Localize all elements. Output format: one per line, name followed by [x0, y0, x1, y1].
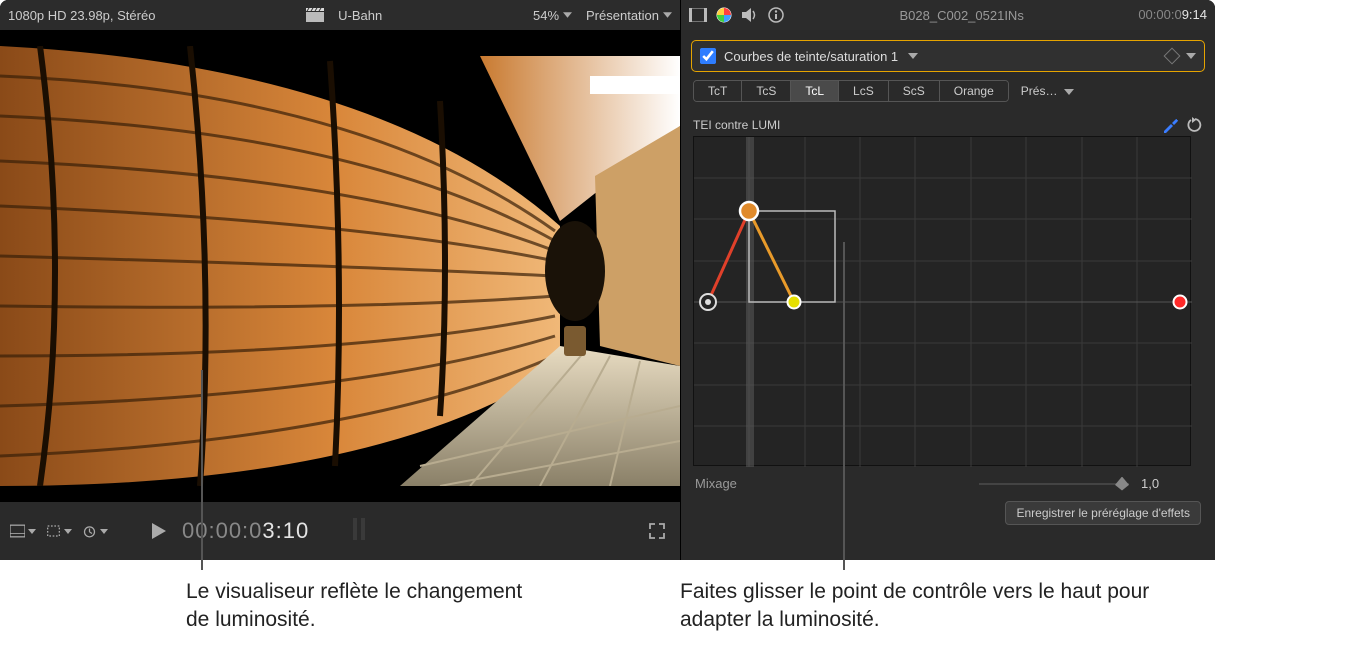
tab-scs[interactable]: ScS: [889, 81, 940, 101]
viewer-footer: 00:00:03:10: [0, 502, 680, 560]
curve-tabs: TcT TcS TcL LcS ScS Orange Prés…: [681, 80, 1215, 110]
inspector-pane: B028_C002_0521INs 00:00:09:14 Courbes de…: [680, 0, 1215, 560]
viewer-image: [0, 46, 680, 486]
inspector-top: B028_C002_0521INs 00:00:09:14: [681, 0, 1215, 30]
clapperboard-icon: [306, 6, 324, 24]
tab-orange[interactable]: Orange: [940, 81, 1008, 101]
graph-section: TEI contre LUMI: [681, 110, 1215, 466]
preset-dropdown[interactable]: Prés…: [1021, 84, 1074, 98]
effect-menu-chevron-icon[interactable]: [1186, 53, 1196, 59]
audio-inspector-icon[interactable]: [741, 6, 759, 24]
save-preset-button[interactable]: Enregistrer le préréglage d'effets: [1005, 501, 1201, 525]
audio-meter-icon: [349, 516, 369, 547]
info-inspector-icon[interactable]: [767, 6, 785, 24]
inspector-timecode: 00:00:09:14: [1138, 7, 1207, 23]
tab-tct[interactable]: TcT: [694, 81, 742, 101]
tab-lcs[interactable]: LcS: [839, 81, 889, 101]
format-label: 1080p HD 23.98p, Stéréo: [8, 8, 155, 23]
layout-menu-icon[interactable]: [10, 518, 36, 544]
inspector-clip-name: B028_C002_0521INs: [900, 8, 1024, 23]
viewer-pane: 1080p HD 23.98p, Stéréo U-Bahn 54% Prése…: [0, 0, 680, 560]
clip-name: U-Bahn: [338, 8, 382, 23]
effect-titlebar[interactable]: Courbes de teinte/saturation 1: [691, 40, 1205, 72]
viewer-area[interactable]: [0, 30, 680, 502]
play-button[interactable]: [146, 518, 172, 544]
mix-slider[interactable]: [979, 477, 1129, 491]
mix-value: 1,0: [1141, 476, 1201, 491]
hue-vs-luma-graph[interactable]: [693, 136, 1191, 466]
keyframe-icon[interactable]: [1164, 48, 1181, 65]
eyedropper-icon[interactable]: [1161, 116, 1179, 134]
graph-title: TEI contre LUMI: [693, 118, 780, 132]
effect-enabled-checkbox[interactable]: [700, 48, 716, 64]
timecode-highlight: 3:10: [262, 518, 309, 543]
callout-line-right: [843, 242, 845, 570]
color-inspector-icon[interactable]: [715, 6, 733, 24]
tab-tcl[interactable]: TcL: [791, 81, 839, 101]
callout-line-left: [201, 370, 203, 570]
zoom-dropdown[interactable]: 54%: [533, 8, 572, 23]
graph-header: TEI contre LUMI: [693, 116, 1203, 134]
viewer-header: 1080p HD 23.98p, Stéréo U-Bahn 54% Prése…: [0, 0, 680, 30]
zoom-value: 54%: [533, 8, 559, 23]
video-inspector-icon[interactable]: [689, 6, 707, 24]
chevron-down-icon[interactable]: [908, 53, 918, 59]
transform-menu-icon[interactable]: [46, 518, 72, 544]
timecode-prefix: 00:00:0: [182, 518, 262, 543]
chevron-down-icon: [1064, 89, 1074, 95]
tab-tcs[interactable]: TcS: [742, 81, 791, 101]
app-window: 1080p HD 23.98p, Stéréo U-Bahn 54% Prése…: [0, 0, 1215, 560]
view-menu-dropdown[interactable]: Présentation: [586, 8, 672, 23]
curve-tab-group: TcT TcS TcL LcS ScS Orange: [693, 80, 1009, 102]
slider-thumb-icon[interactable]: [1115, 477, 1129, 491]
effect-name: Courbes de teinte/saturation 1: [724, 49, 898, 64]
mix-row: Mixage 1,0: [681, 466, 1215, 501]
reset-icon[interactable]: [1187, 117, 1203, 133]
mix-label: Mixage: [695, 476, 737, 491]
fullscreen-icon[interactable]: [644, 518, 670, 544]
callout-right: Faites glisser le point de contrôle vers…: [680, 578, 1180, 635]
retime-menu-icon[interactable]: [82, 518, 108, 544]
view-menu-label: Présentation: [586, 8, 659, 23]
callout-left: Le visualiseur reflète le changement de …: [186, 578, 546, 635]
